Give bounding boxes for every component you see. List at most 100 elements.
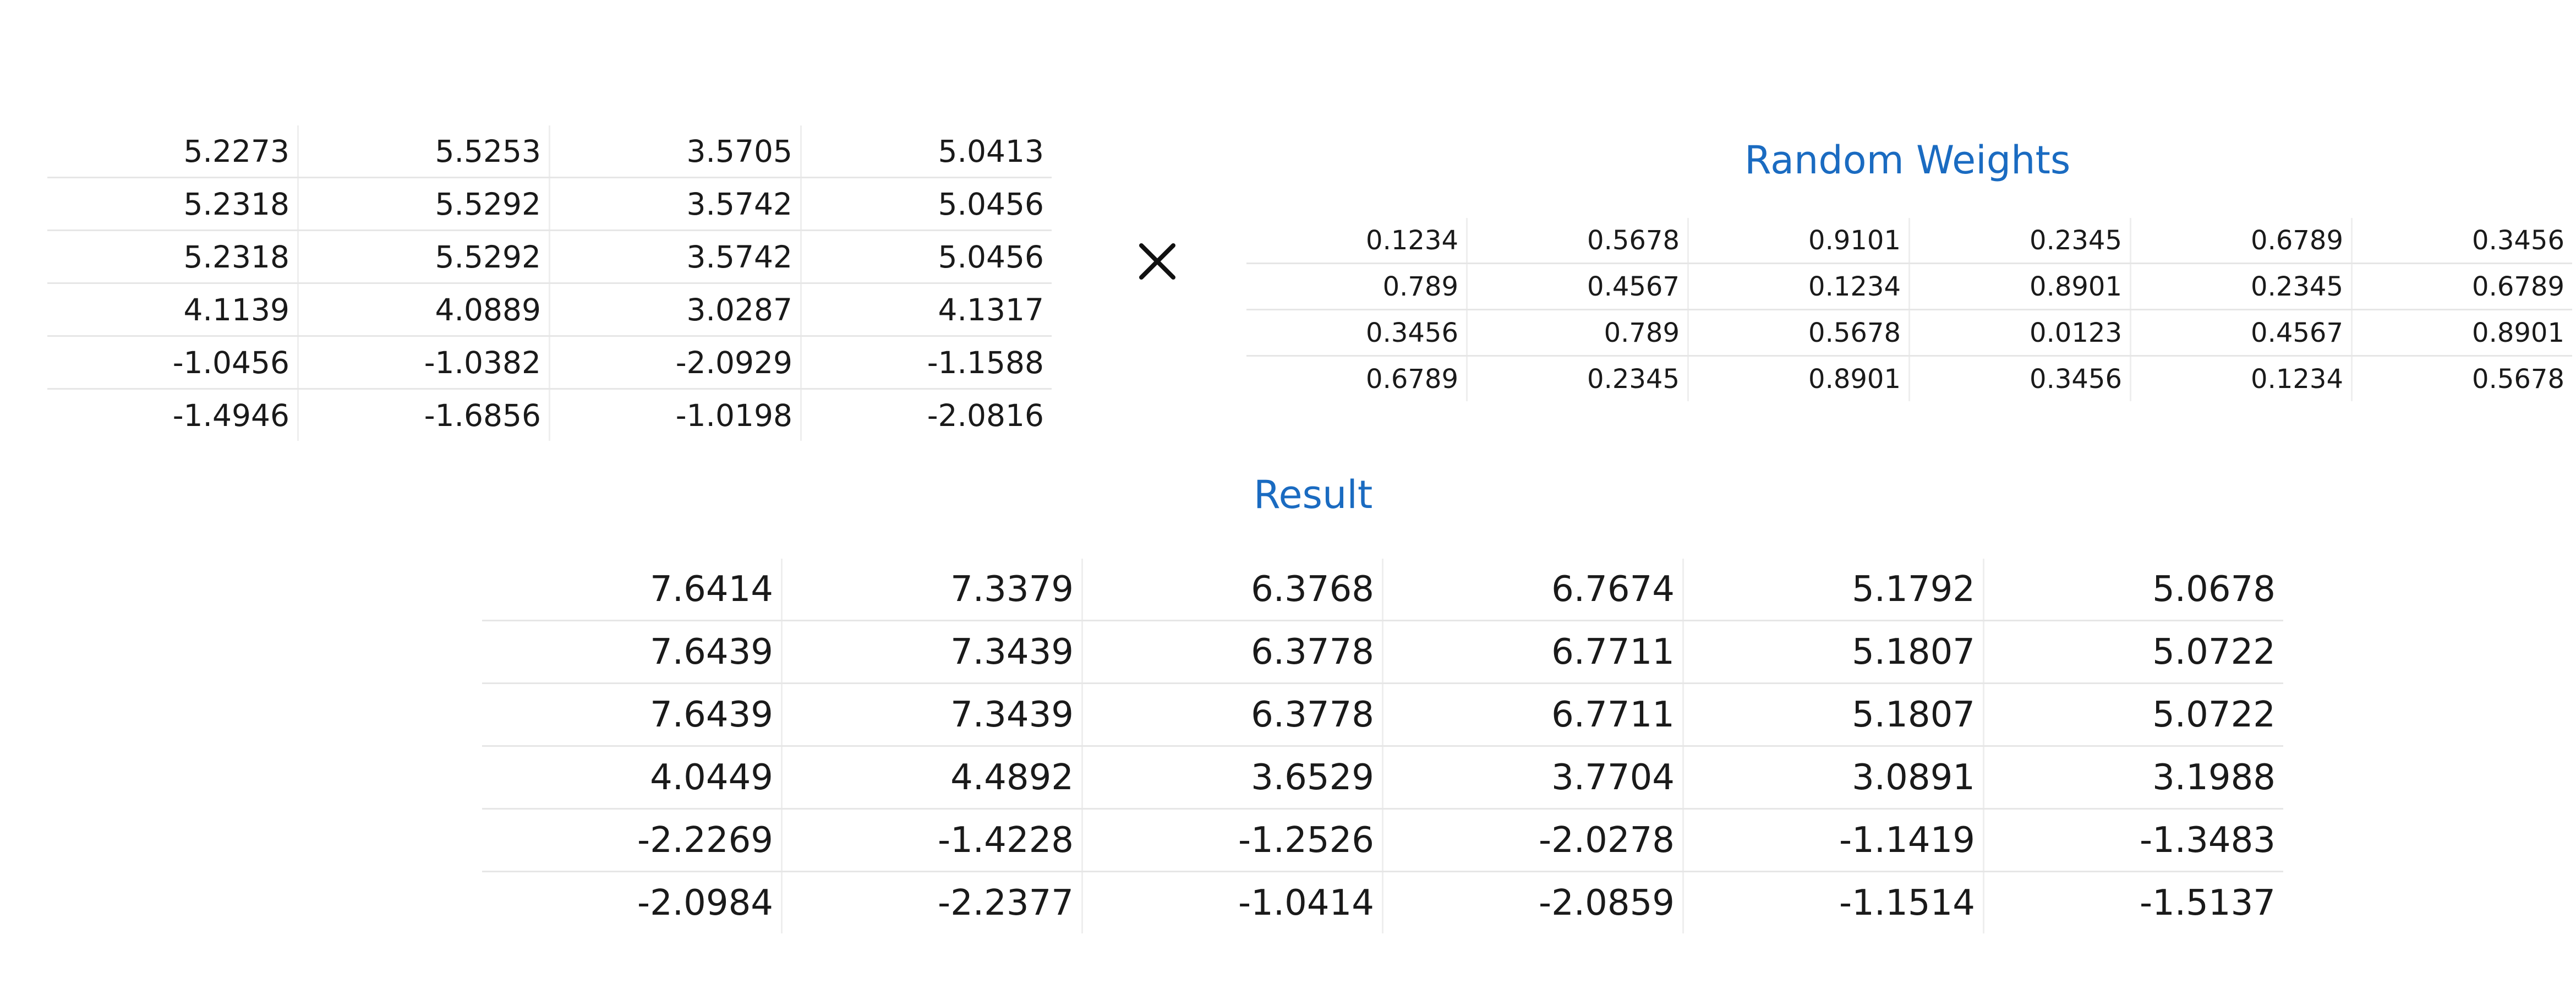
result-matrix-cell: 5.1807 [1683, 620, 1984, 684]
input-matrix-cell: 5.2273 [47, 125, 299, 178]
input-matrix-cell: -1.4946 [47, 389, 299, 441]
result-matrix-cell: 5.0678 [1983, 559, 2283, 621]
weights-matrix-cell: 0.3456 [1909, 356, 2131, 401]
result-matrix-cell: -1.4228 [781, 808, 1083, 872]
input-matrix-cell: 3.0287 [549, 283, 802, 337]
weights-matrix-cell: 0.2345 [1467, 356, 1689, 401]
weights-matrix-cell: 0.4567 [2130, 309, 2353, 357]
result-matrix-cell: 5.0722 [1983, 620, 2283, 684]
result-matrix-cell: 6.3778 [1082, 683, 1383, 747]
result-matrix-cell: 4.0449 [482, 746, 783, 810]
weights-matrix-cell: 0.8901 [1909, 263, 2131, 310]
input-matrix-cell: 4.0889 [298, 283, 550, 337]
weights-matrix-cell: 0.9101 [1688, 218, 1910, 264]
result-matrix-cell: -2.0984 [482, 871, 783, 933]
result-matrix-cell: -2.2377 [781, 871, 1083, 933]
result-matrix-cell: -1.5137 [2139, 882, 2276, 924]
weights-matrix-cell: 0.6789 [2351, 263, 2572, 310]
result-matrix-cell: 5.1807 [1683, 683, 1984, 747]
result-matrix-cell: 3.6529 [1082, 746, 1383, 810]
input-matrix-cell: 5.5253 [298, 125, 550, 178]
result-matrix-cell: -1.1419 [1683, 808, 1984, 872]
result-matrix-cell: 7.3439 [781, 620, 1083, 684]
result-matrix-cell: 7.6439 [482, 683, 783, 747]
result-matrix-cell: 6.7711 [1382, 683, 1684, 747]
weights-matrix-cell: 0.1234 [1688, 263, 1910, 310]
weights-matrix-cell: 0.8901 [2351, 309, 2572, 357]
input-matrix-row: -1.4946 -1.6856 -1.0198 -2.0816 [47, 389, 1052, 441]
weights-matrix-cell: 0.6789 [2130, 218, 2353, 264]
result-matrix-cell: 7.3379 [781, 559, 1083, 621]
input-matrix-cell: -2.0816 [927, 397, 1044, 433]
result-matrix-cell: -1.3483 [1983, 808, 2283, 872]
input-matrix-row: 4.1139 4.0889 3.0287 4.1317 [47, 283, 1052, 337]
input-matrix-cell: -1.0198 [549, 389, 802, 441]
result-matrix-row: 7.6414 7.3379 6.3768 6.7674 5.1792 5.0678 [482, 559, 2283, 621]
input-matrix-row: 5.2318 5.5292 3.5742 5.0456 [47, 230, 1052, 284]
input-matrix-cell: 3.5742 [549, 230, 802, 284]
input-matrix-cell: 4.1139 [47, 283, 299, 337]
result-matrix-cell: -2.0278 [1382, 808, 1684, 872]
result-matrix-cell: 5.1792 [1683, 559, 1984, 621]
result-matrix-cell: -1.0414 [1082, 871, 1383, 933]
result-matrix-cell: 7.3439 [781, 683, 1083, 747]
result-matrix-cell: -2.0859 [1382, 871, 1684, 933]
input-matrix-cell: 3.5742 [549, 177, 802, 231]
weights-matrix-cell: 0.3456 [2351, 218, 2572, 264]
result-matrix-cell: 6.3768 [1082, 559, 1383, 621]
result-matrix-cell: 4.4892 [781, 746, 1083, 810]
result-matrix-cell: -1.2526 [1082, 808, 1383, 872]
result-matrix-cell: 7.6439 [482, 620, 783, 684]
result-matrix-cell: -1.1514 [1683, 871, 1984, 933]
weights-matrix-cell: 0.5678 [1467, 218, 1689, 264]
input-matrix-cell: 4.1317 [801, 283, 1052, 337]
result-matrix-cell: 6.7711 [1382, 620, 1684, 684]
result-matrix-cell: 3.7704 [1382, 746, 1684, 810]
weights-matrix-cell: 0.1234 [2130, 356, 2353, 401]
weights-matrix-cell: 0.5678 [1688, 309, 1910, 357]
input-matrix-cell: 5.2318 [47, 230, 299, 284]
result-matrix-cell: 3.1988 [1983, 746, 2283, 810]
weights-matrix-cell: 0.6789 [1246, 356, 1468, 401]
weights-matrix-cell: 0.2345 [2130, 263, 2353, 310]
result-matrix: 7.6414 7.3379 6.3768 6.7674 5.1792 5.0678 7.64… [482, 559, 2283, 933]
input-matrix-cell: 5.2318 [47, 177, 299, 231]
input-matrix-cell: 5.0456 [801, 230, 1052, 284]
weights-matrix: 0.1234 0.5678 0.9101 0.2345 0.6789 0.3456 0.78… [1246, 218, 2572, 401]
input-matrix-cell: 5.0413 [801, 125, 1052, 178]
input-matrix-cell: -1.6856 [298, 389, 550, 441]
weights-matrix-cell: 0.5678 [2472, 363, 2564, 395]
weights-matrix-cell: 0.2345 [1909, 218, 2131, 264]
weights-matrix-cell: 0.3456 [1246, 309, 1468, 357]
input-matrix-row: 5.2273 5.5253 3.5705 5.0413 [47, 125, 1052, 178]
result-matrix-cell: 7.6414 [482, 559, 783, 621]
input-matrix-cell: 5.5292 [298, 177, 550, 231]
input-matrix-cell: 5.0456 [801, 177, 1052, 231]
result-matrix-cell: 6.3778 [1082, 620, 1383, 684]
result-title: Result [1254, 472, 1373, 517]
result-matrix-row: 7.6439 7.3439 6.3778 6.7711 5.1807 5.0722 [482, 620, 2283, 684]
input-matrix-cell: 3.5705 [549, 125, 802, 178]
result-matrix-row: -2.2269 -1.4228 -1.2526 -2.0278 -1.1419 -1.34… [482, 808, 2283, 872]
input-matrix-cell: -1.0456 [47, 336, 299, 390]
result-matrix-row: -2.0984 -2.2377 -1.0414 -2.0859 -1.1514 -1.51… [482, 871, 2283, 933]
input-matrix-row: -1.0456 -1.0382 -2.0929 -1.1588 [47, 336, 1052, 390]
input-matrix-cell: -2.0929 [549, 336, 802, 390]
input-matrix-cell: 5.5292 [298, 230, 550, 284]
weights-matrix-cell: 0.789 [1246, 263, 1468, 310]
input-matrix: 5.2273 5.5253 3.5705 5.0413 5.2318 5.5292 3.57… [47, 125, 1052, 441]
input-matrix-cell: -1.1588 [801, 336, 1052, 390]
result-matrix-cell: 3.0891 [1683, 746, 1984, 810]
result-matrix-cell: -2.2269 [482, 808, 783, 872]
result-matrix-cell: 5.0722 [1983, 683, 2283, 747]
weights-matrix-body: 0.1234 0.5678 0.9101 0.2345 0.6789 0.3456 0.78… [1246, 218, 2572, 401]
result-matrix-row: 4.0449 4.4892 3.6529 3.7704 3.0891 3.1988 [482, 746, 2283, 810]
weights-matrix-cell: 0.0123 [1909, 309, 2131, 357]
weights-matrix-row: 0.789 0.4567 0.1234 0.8901 0.2345 0.6789 [1246, 263, 2572, 310]
multiply-icon: × [1139, 243, 1175, 280]
weights-matrix-cell: 0.8901 [1688, 356, 1910, 401]
weights-matrix-row: 0.6789 0.2345 0.8901 0.3456 0.1234 0.5678 [1246, 356, 2572, 401]
weights-matrix-cell: 0.789 [1467, 309, 1689, 357]
input-matrix-row: 5.2318 5.5292 3.5742 5.0456 [47, 177, 1052, 231]
weights-matrix-row: 0.1234 0.5678 0.9101 0.2345 0.6789 0.3456 [1246, 218, 2572, 264]
